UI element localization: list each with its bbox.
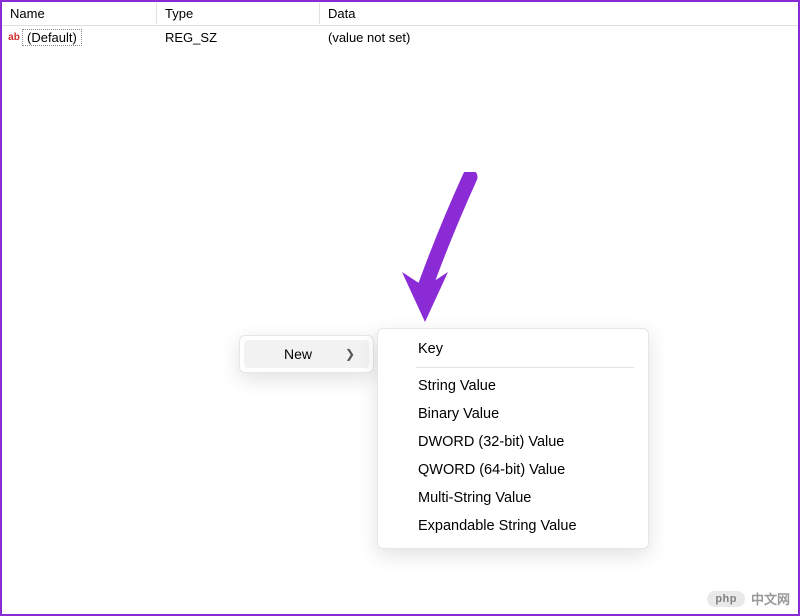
cell-data: (value not set) [320, 30, 798, 45]
menu-item-qword-value[interactable]: QWORD (64-bit) Value [382, 456, 644, 484]
registry-list-header: Name Type Data [2, 2, 798, 26]
menu-item-label: Binary Value [418, 406, 499, 422]
context-menu: New ❯ [239, 335, 374, 373]
menu-item-key[interactable]: Key [382, 335, 644, 363]
menu-item-dword-value[interactable]: DWORD (32-bit) Value [382, 428, 644, 456]
cell-name-text: (Default) [22, 29, 82, 46]
cell-type: REG_SZ [157, 30, 320, 45]
cell-name: ab (Default) [6, 29, 157, 46]
menu-divider [416, 367, 634, 368]
menu-item-string-value[interactable]: String Value [382, 372, 644, 400]
watermark-text: 中文网 [751, 589, 790, 608]
menu-item-multi-string-value[interactable]: Multi-String Value [382, 484, 644, 512]
chevron-right-icon: ❯ [345, 347, 355, 361]
menu-item-label: DWORD (32-bit) Value [418, 434, 564, 450]
menu-item-label: Expandable String Value [418, 518, 577, 534]
string-value-icon: ab [6, 29, 22, 45]
menu-item-label: String Value [418, 378, 496, 394]
menu-item-new[interactable]: New ❯ [244, 340, 369, 368]
column-header-name[interactable]: Name [2, 3, 157, 24]
context-submenu-new: Key String Value Binary Value DWORD (32-… [377, 328, 649, 549]
menu-item-label: New [284, 346, 312, 362]
menu-item-label: QWORD (64-bit) Value [418, 462, 565, 478]
menu-item-binary-value[interactable]: Binary Value [382, 400, 644, 428]
menu-item-label: Multi-String Value [418, 490, 531, 506]
watermark: php 中文网 [707, 589, 790, 608]
column-header-type[interactable]: Type [157, 3, 320, 24]
watermark-badge: php [707, 591, 745, 607]
menu-item-label: Key [418, 341, 443, 357]
table-row[interactable]: ab (Default) REG_SZ (value not set) [2, 26, 798, 48]
annotation-arrow-icon [390, 172, 490, 332]
menu-item-expandable-string-value[interactable]: Expandable String Value [382, 512, 644, 540]
column-header-data[interactable]: Data [320, 3, 798, 24]
